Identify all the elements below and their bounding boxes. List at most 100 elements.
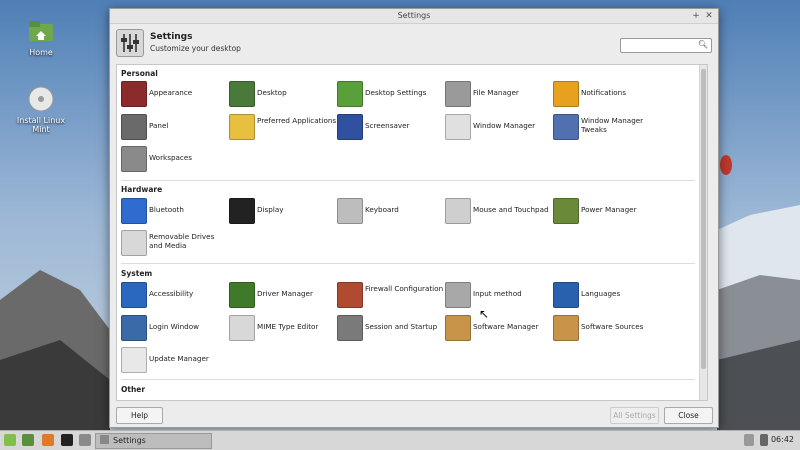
- settings-item-screensaver[interactable]: Screensaver: [337, 113, 445, 140]
- desktop-icon: [229, 81, 255, 107]
- folder-home-icon: [28, 18, 54, 44]
- taskbar-window-label: Settings: [113, 436, 146, 445]
- mouse-cursor-icon: ↖: [479, 307, 490, 321]
- settings-item-label: Languages: [581, 289, 621, 298]
- settings-item-label: Notifications: [581, 88, 626, 97]
- settings-item-label: Window Manager Tweaks: [581, 115, 644, 134]
- section-system: System: [121, 269, 153, 278]
- settings-item-label: Firewall Configuration: [365, 284, 444, 293]
- settings-item-login-window[interactable]: Login Window: [121, 314, 229, 341]
- volume-icon[interactable]: [760, 434, 768, 446]
- settings-item-removable-drive[interactable]: Removable Drives and Media: [121, 230, 229, 256]
- desktop-icon-home[interactable]: Home: [11, 18, 71, 57]
- settings-item-wm-tweaks[interactable]: Window Manager Tweaks: [553, 113, 661, 140]
- settings-item-session-startup[interactable]: Session and Startup: [337, 314, 445, 341]
- files-icon[interactable]: [79, 434, 91, 446]
- settings-item-panel[interactable]: Panel: [121, 113, 229, 140]
- update-manager-icon: [121, 347, 147, 373]
- appearance-icon: [121, 81, 147, 107]
- settings-item-label: Bluetooth: [149, 205, 184, 214]
- settings-item-label: Input method: [473, 289, 522, 298]
- settings-item-appearance[interactable]: Appearance: [121, 81, 229, 107]
- settings-item-label: Preferred Applications: [257, 115, 337, 125]
- accessibility-icon: [121, 282, 147, 308]
- settings-item-workspaces[interactable]: Workspaces: [121, 146, 229, 172]
- settings-item-accessibility[interactable]: Accessibility: [121, 282, 229, 308]
- settings-item-mouse[interactable]: Mouse and Touchpad: [445, 198, 553, 224]
- settings-item-keyboard[interactable]: Keyboard: [337, 198, 445, 224]
- file-manager-icon: [445, 81, 471, 107]
- software-sources-icon: [553, 314, 579, 341]
- settings-item-label: File Manager: [473, 88, 519, 97]
- settings-item-desktop-settings[interactable]: Desktop Settings: [337, 81, 445, 107]
- settings-item-label: Desktop: [257, 88, 287, 97]
- settings-item-window-manager[interactable]: Window Manager: [445, 113, 553, 140]
- settings-item-label: Power Manager: [581, 205, 637, 214]
- power-manager-icon: [553, 198, 579, 224]
- settings-item-desktop[interactable]: Desktop: [229, 81, 337, 107]
- bluetooth-icon: [121, 198, 147, 224]
- settings-item-update-manager[interactable]: Update Manager: [121, 347, 229, 373]
- settings-window: Settings + ✕ Settings Customize your des…: [109, 8, 719, 428]
- firewall-icon: [337, 282, 363, 308]
- divider: [121, 379, 695, 380]
- settings-item-software-manager[interactable]: Software Manager: [445, 314, 553, 341]
- menu-icon[interactable]: [4, 434, 16, 446]
- wm-tweaks-icon: [553, 113, 579, 140]
- preferred-apps-icon: [229, 113, 255, 140]
- input-method-icon: [445, 282, 471, 308]
- settings-item-label: Panel: [149, 120, 169, 130]
- clock[interactable]: 06:42: [771, 435, 794, 444]
- settings-item-input-method[interactable]: Input method: [445, 282, 553, 308]
- network-icon[interactable]: [744, 434, 754, 446]
- desktop-icon-install[interactable]: Install Linux Mint: [11, 86, 71, 134]
- settings-item-notifications[interactable]: Notifications: [553, 81, 661, 107]
- settings-item-label: MIME Type Editor: [257, 321, 319, 331]
- divider: [121, 263, 695, 264]
- desktop-icon-label: Home: [29, 48, 53, 57]
- settings-item-languages[interactable]: Languages: [553, 282, 661, 308]
- scrollbar-thumb[interactable]: [701, 69, 706, 369]
- settings-item-display[interactable]: Display: [229, 198, 337, 224]
- section-other: Other: [121, 385, 146, 394]
- settings-item-file-manager[interactable]: File Manager: [445, 81, 553, 107]
- terminal-icon[interactable]: [61, 434, 73, 446]
- all-settings-button[interactable]: All Settings: [610, 407, 659, 424]
- settings-item-software-sources[interactable]: Software Sources: [553, 314, 661, 341]
- settings-item-label: Accessibility: [149, 289, 194, 298]
- mouse-icon: [445, 198, 471, 224]
- close-window-icon[interactable]: ✕: [703, 9, 715, 23]
- desktop-settings-icon: [337, 81, 363, 107]
- scrollbar[interactable]: [699, 65, 707, 400]
- help-button[interactable]: Help: [116, 407, 163, 424]
- settings-app-icon: [116, 29, 144, 57]
- desktop-icon-label: Install Linux Mint: [16, 116, 66, 134]
- software-manager-icon: [445, 314, 471, 341]
- window-titlebar[interactable]: Settings + ✕: [110, 9, 718, 24]
- section-personal: Personal: [121, 69, 158, 78]
- notifications-icon: [553, 81, 579, 107]
- settings-item-label: Update Manager: [149, 354, 209, 363]
- settings-item-label: Removable Drives and Media: [149, 232, 215, 250]
- firefox-icon[interactable]: [42, 434, 54, 446]
- settings-item-firewall[interactable]: Firewall Configuration: [337, 282, 445, 308]
- settings-item-mime-type[interactable]: MIME Type Editor: [229, 314, 337, 341]
- languages-icon: [553, 282, 579, 308]
- taskbar: Settings 06:42: [0, 430, 800, 450]
- settings-item-preferred-apps[interactable]: Preferred Applications: [229, 113, 337, 140]
- maximize-icon[interactable]: +: [690, 9, 702, 23]
- login-window-icon: [121, 314, 147, 341]
- header-title: Settings: [150, 32, 193, 42]
- show-desktop-icon[interactable]: [22, 434, 34, 446]
- settings-item-label: Window Manager: [473, 120, 536, 130]
- search-input[interactable]: 🔍︎: [620, 38, 712, 53]
- taskbar-window-settings[interactable]: Settings: [95, 433, 212, 449]
- settings-item-power-manager[interactable]: Power Manager: [553, 198, 661, 224]
- removable-drive-icon: [121, 230, 147, 256]
- settings-item-bluetooth[interactable]: Bluetooth: [121, 198, 229, 224]
- search-icon[interactable]: 🔍︎: [698, 40, 708, 49]
- close-button[interactable]: Close: [664, 407, 713, 424]
- divider: [121, 180, 695, 181]
- settings-item-label: Driver Manager: [257, 289, 313, 298]
- settings-item-driver-manager[interactable]: Driver Manager: [229, 282, 337, 308]
